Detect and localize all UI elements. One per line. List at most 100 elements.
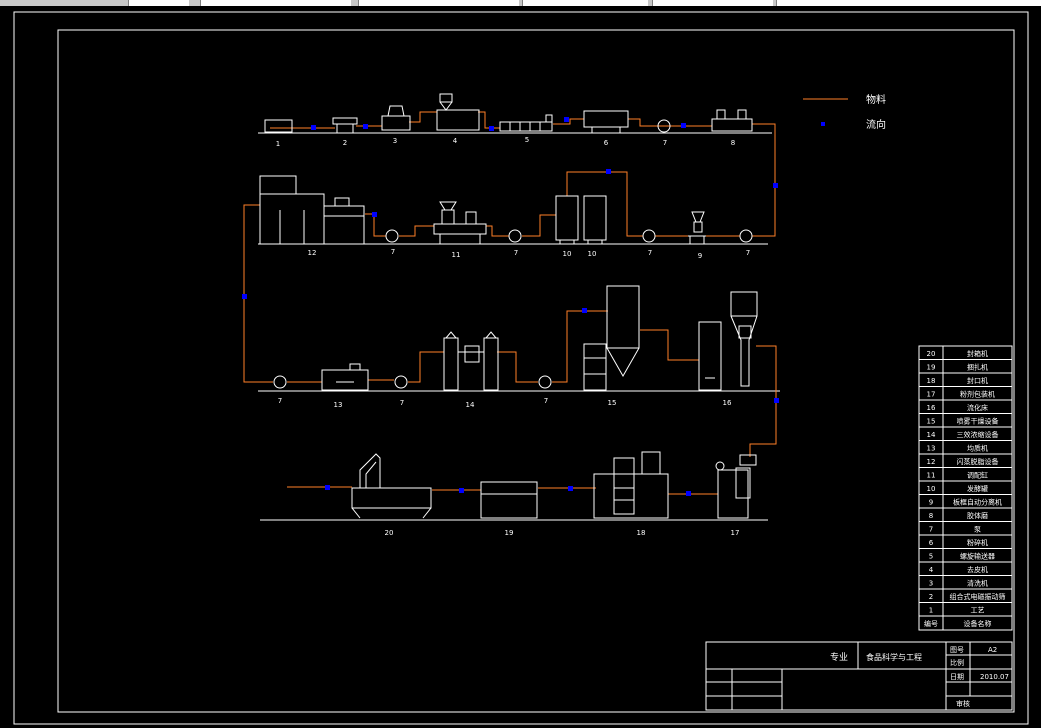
- legend-flow-marker: [821, 122, 825, 126]
- equipment-7-pump: [385, 229, 399, 243]
- parts-table-row-name: 去皮机: [967, 565, 988, 574]
- equipment-7-pump: [538, 375, 552, 389]
- major-label: 专业: [830, 651, 848, 663]
- equipment-16-fluid-bed: [698, 291, 758, 391]
- equipment-number: 18: [637, 529, 646, 537]
- equipment-number: 14: [466, 401, 475, 409]
- legend-material-label: 物料: [866, 93, 886, 106]
- flow-marker: [372, 212, 377, 217]
- parts-table-row-no: 9: [929, 499, 933, 507]
- pipe-segment: [752, 123, 776, 237]
- equipment-number: 5: [525, 136, 529, 144]
- parts-table-row-no: 10: [927, 485, 936, 493]
- equipment-number: 7: [391, 248, 395, 256]
- flow-marker: [459, 488, 464, 493]
- equipment-number: 7: [278, 397, 282, 405]
- date-value: 2010.07: [980, 673, 1009, 681]
- pipe-segment: [486, 225, 509, 237]
- equipment-number: 7: [663, 139, 667, 147]
- equipment-number: 13: [334, 401, 343, 409]
- parts-table-row-no: 3: [929, 580, 933, 588]
- pipe-segment: [552, 310, 608, 383]
- parts-list-table: 20 封箱机19 捆扎机18 封口机17 粉剂包装机16 流化床15 喷雾干燥设备14 三效浓…: [918, 345, 1013, 631]
- flow-marker: [489, 126, 494, 131]
- flow-marker: [606, 169, 611, 174]
- equipment-2-vibrating-screen: [332, 117, 358, 133]
- equipment-12-flash-degreasing: [259, 175, 365, 245]
- equipment-3-washer: [381, 105, 411, 131]
- pipe-segment: [243, 204, 273, 383]
- flow-marker: [325, 485, 330, 490]
- equipment-9-separator: [688, 211, 706, 244]
- equipment-number: 7: [400, 399, 404, 407]
- parts-table-row-name: 粉剂包装机: [960, 390, 995, 399]
- equipment-number: 10: [563, 250, 572, 258]
- equipment-20-case-sealer: [351, 453, 432, 519]
- flow-marker: [568, 486, 573, 491]
- equipment-number: 2: [343, 139, 347, 147]
- equipment-10-fermenter: [555, 195, 579, 244]
- pipe-segment: [497, 351, 538, 383]
- pipe-segment: [749, 345, 777, 457]
- parts-table-row-name: 三效浓缩设备: [957, 430, 999, 439]
- parts-table-row-name: 封口机: [967, 376, 988, 385]
- equipment: [259, 93, 758, 519]
- parts-table-row-name: 捆扎机: [967, 363, 988, 372]
- flow-marker: [242, 294, 247, 299]
- parts-table-row-no: 7: [929, 526, 933, 534]
- parts-table-row-name: 工艺: [971, 607, 985, 615]
- flow-marker: [363, 124, 368, 129]
- equipment-number: 7: [648, 249, 652, 257]
- equipment-number: 12: [308, 249, 317, 257]
- equipment-number: 17: [731, 529, 740, 537]
- parts-table-row-name: 泵: [974, 526, 981, 534]
- equipment-14-evaporator: [443, 331, 499, 391]
- equipment-1-raw-material: [264, 119, 293, 133]
- parts-table-row-name: 均质机: [967, 444, 988, 453]
- equipment-number: 8: [731, 139, 735, 147]
- equipment-10-fermenter: [583, 195, 607, 244]
- equipment-17-powder-packer: [715, 454, 757, 519]
- parts-table-row-name: 板框自动分离机: [953, 498, 1002, 507]
- process-flow-drawing: 物料 流向 1 2 3 4 5 6 7 8 12 7 11 7 10 10 7 …: [13, 11, 1029, 725]
- flow-marker: [686, 491, 691, 496]
- drawing-no-value: A2: [988, 646, 997, 654]
- equipment-5-screw-conveyor: [499, 114, 553, 132]
- flow-marker: [311, 125, 316, 130]
- parts-table-row-no: 15: [927, 418, 936, 426]
- legend: 物料 流向: [803, 93, 886, 131]
- flow-marker: [773, 183, 778, 188]
- equipment-7-pump: [508, 229, 522, 243]
- parts-table-row-no: 12: [927, 458, 936, 466]
- parts-table-row-no: 13: [927, 445, 936, 453]
- equipment-7-pump: [273, 375, 287, 389]
- equipment-number: 6: [604, 139, 609, 147]
- parts-table-row-no: 5: [929, 553, 933, 561]
- equipment-7-pump: [394, 375, 408, 389]
- equipment-7-pump: [739, 229, 753, 243]
- equipment-numbers: 1 2 3 4 5 6 7 8 12 7 11 7 10 10 7 9 7 7 …: [276, 136, 750, 537]
- pipe-segment: [640, 329, 699, 361]
- parts-table-row-no: 18: [927, 377, 936, 385]
- flow-markers: [242, 117, 779, 496]
- equipment-11-blending-tank: [433, 201, 487, 244]
- parts-table-row-name: 胶体磨: [967, 511, 988, 520]
- equipment-number: 9: [698, 252, 702, 260]
- parts-table-row-name: 闪蒸脱脂设备: [957, 457, 999, 466]
- parts-table-header-no: 编号: [924, 619, 938, 628]
- equipment-18-sealer: [593, 451, 669, 519]
- parts-table-row-no: 14: [927, 431, 936, 439]
- parts-table-header-name: 设备名称: [964, 619, 992, 628]
- parts-table-row-name: 粉碎机: [967, 538, 988, 547]
- approved-label: 审核: [956, 699, 970, 708]
- parts-table-row-no: 19: [927, 364, 936, 372]
- equipment-number: 7: [514, 249, 518, 257]
- parts-table-row-name: 清洗机: [967, 579, 988, 588]
- pipe-segment: [478, 111, 500, 129]
- equipment-15-spray-dryer: [583, 285, 640, 391]
- pipe-segment: [365, 213, 386, 237]
- equipment-number: 7: [544, 397, 548, 405]
- date-label: 日期: [950, 673, 964, 681]
- equipment-number: 4: [453, 137, 458, 145]
- flow-marker: [681, 123, 686, 128]
